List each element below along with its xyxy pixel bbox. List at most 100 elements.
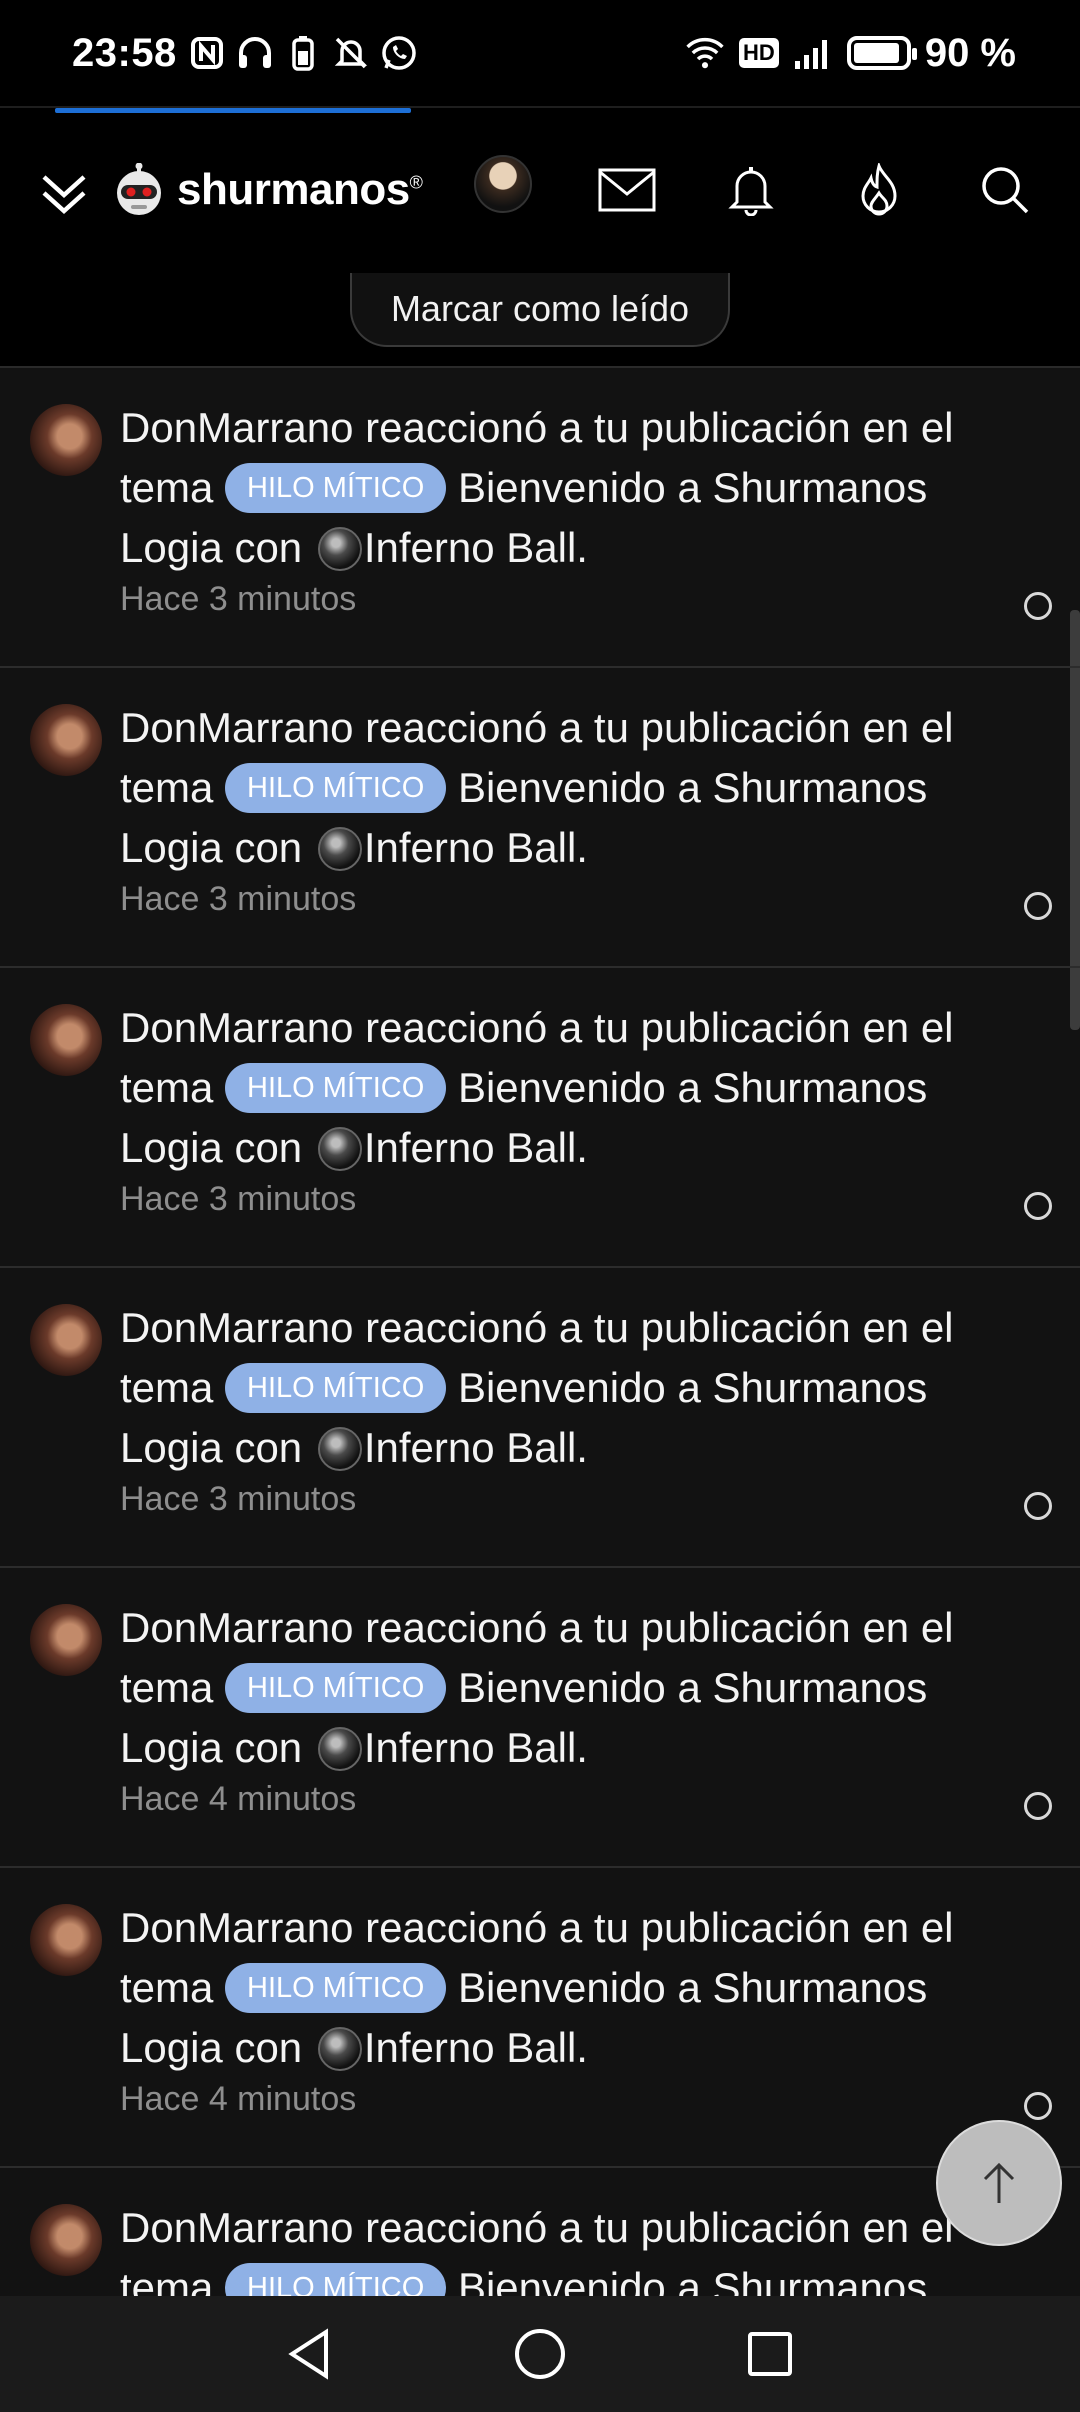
mark-read-bar: Marcar como leído [0,273,1080,366]
small-battery-icon [283,33,323,73]
robot-logo-icon [117,163,161,215]
search-icon [982,167,1029,214]
notification-user[interactable]: DonMarrano [120,1004,353,1051]
notification-text: DonMarrano reaccionó a tu publicación en… [120,2198,1000,2296]
notifications-button[interactable] [718,157,784,223]
notification-user[interactable]: DonMarrano [120,1904,353,1951]
notification-item[interactable]: DonMarrano reaccionó a tu publicación en… [0,2168,1080,2296]
site-logo[interactable]: shurmanos® [113,163,423,217]
reaction-name: Inferno Ball. [363,2024,588,2071]
avatar[interactable] [30,704,102,776]
chevron-down-icon [42,175,86,215]
notification-text: DonMarrano reaccionó a tu publicación en… [120,1298,1000,1478]
trending-button[interactable] [846,157,912,223]
notification-time: Hace 4 minutos [120,2080,357,2118]
notification-with: con [234,1124,303,1171]
whatsapp-icon [379,33,419,73]
notification-item[interactable]: DonMarrano reaccionó a tu publicación en… [0,668,1080,968]
thread-tag: HILO MÍTICO [225,1662,447,1713]
reaction-name: Inferno Ball. [363,524,588,571]
thread-tag: HILO MÍTICO [225,762,447,813]
reaction-name: Inferno Ball. [363,1724,588,1771]
notification-with: con [234,824,303,871]
site-header: shurmanos® [0,113,1080,273]
notification-item[interactable]: DonMarrano reaccionó a tu publicación en… [0,368,1080,668]
menu-toggle-button[interactable] [36,165,92,221]
inferno-ball-reaction-icon [317,1126,362,1171]
inferno-ball-reaction-icon [317,2026,362,2071]
notification-user[interactable]: DonMarrano [120,2204,353,2251]
notification-item[interactable]: DonMarrano reaccionó a tu publicación en… [0,968,1080,1268]
mark-read-toggle[interactable] [1024,592,1052,620]
logo-registered-mark: ® [409,172,423,193]
mark-read-toggle[interactable] [1024,1192,1052,1220]
mute-bell-icon [331,33,371,73]
notification-text: DonMarrano reaccionó a tu publicación en… [120,1898,1000,2078]
inferno-ball-reaction-icon [317,1426,362,1471]
system-nav-bar [0,2296,1080,2412]
thread-tag: HILO MÍTICO [225,1962,447,2013]
notification-with: con [234,2024,303,2071]
inferno-ball-reaction-icon [317,1726,362,1771]
notification-text: DonMarrano reaccionó a tu publicación en… [120,998,1000,1178]
notification-user[interactable]: DonMarrano [120,1604,353,1651]
inferno-ball-reaction-icon [317,526,362,571]
notification-text: DonMarrano reaccionó a tu publicación en… [120,398,1000,578]
notification-with: con [234,1424,303,1471]
notification-time: Hace 3 minutos [120,1480,357,1518]
avatar[interactable] [30,1604,102,1676]
thread-tag: HILO MÍTICO [225,1062,447,1113]
notification-item[interactable]: DonMarrano reaccionó a tu publicación en… [0,1868,1080,2168]
avatar[interactable] [30,2204,102,2276]
battery-fill [853,43,899,63]
mark-read-toggle[interactable] [1024,892,1052,920]
user-avatar[interactable] [474,155,532,213]
reaction-name: Inferno Ball. [363,1124,588,1171]
back-button[interactable] [280,2324,340,2384]
avatar[interactable] [30,1904,102,1976]
thread-tag: HILO MÍTICO [225,462,447,513]
battery-percent: 90 % [924,30,1016,75]
logo-name: shurmanos [177,165,410,214]
bell-icon [728,167,774,216]
notification-user[interactable]: DonMarrano [120,704,353,751]
back-triangle-icon [288,2328,328,2380]
avatar[interactable] [30,404,102,476]
thread-tag: HILO MÍTICO [225,1362,447,1413]
headphones-icon [235,33,275,73]
reaction-name: Inferno Ball. [363,824,588,871]
status-time: 23:58 [72,30,177,75]
messages-button[interactable] [594,157,660,223]
notification-time: Hace 3 minutos [120,580,357,618]
notification-item[interactable]: DonMarrano reaccionó a tu publicación en… [0,1268,1080,1568]
mark-read-toggle[interactable] [1024,1492,1052,1520]
notification-user[interactable]: DonMarrano [120,404,353,451]
thread-tag: HILO MÍTICO [225,2262,447,2296]
search-button[interactable] [972,157,1038,223]
notification-with: con [234,524,303,571]
recents-button[interactable] [740,2324,800,2384]
notification-user[interactable]: DonMarrano [120,1304,353,1351]
logo-text: shurmanos® [177,165,423,215]
mark-read-toggle[interactable] [1024,1792,1052,1820]
status-left-icons [187,33,419,73]
scroll-to-top-button[interactable] [936,2120,1062,2246]
notification-time: Hace 3 minutos [120,880,357,918]
thread-title[interactable]: Bienvenido a Shurmanos [458,2264,927,2296]
recents-square-icon [748,2332,792,2376]
battery-icon [846,36,917,70]
mark-read-toggle[interactable] [1024,2092,1052,2120]
status-bar: 23:58 HD 90 % [0,0,1080,108]
notification-time: Hace 3 minutos [120,1180,357,1218]
notification-list[interactable]: DonMarrano reaccionó a tu publicación en… [0,366,1080,2296]
avatar[interactable] [30,1004,102,1076]
reaction-name: Inferno Ball. [363,1424,588,1471]
arrow-up-icon [983,2162,1015,2203]
hd-badge: HD [739,38,779,68]
nfc-icon [187,33,227,73]
notification-text: DonMarrano reaccionó a tu publicación en… [120,698,1000,878]
avatar[interactable] [30,1304,102,1376]
home-button[interactable] [510,2324,570,2384]
notification-item[interactable]: DonMarrano reaccionó a tu publicación en… [0,1568,1080,1868]
mark-as-read-button[interactable]: Marcar como leído [350,273,730,347]
